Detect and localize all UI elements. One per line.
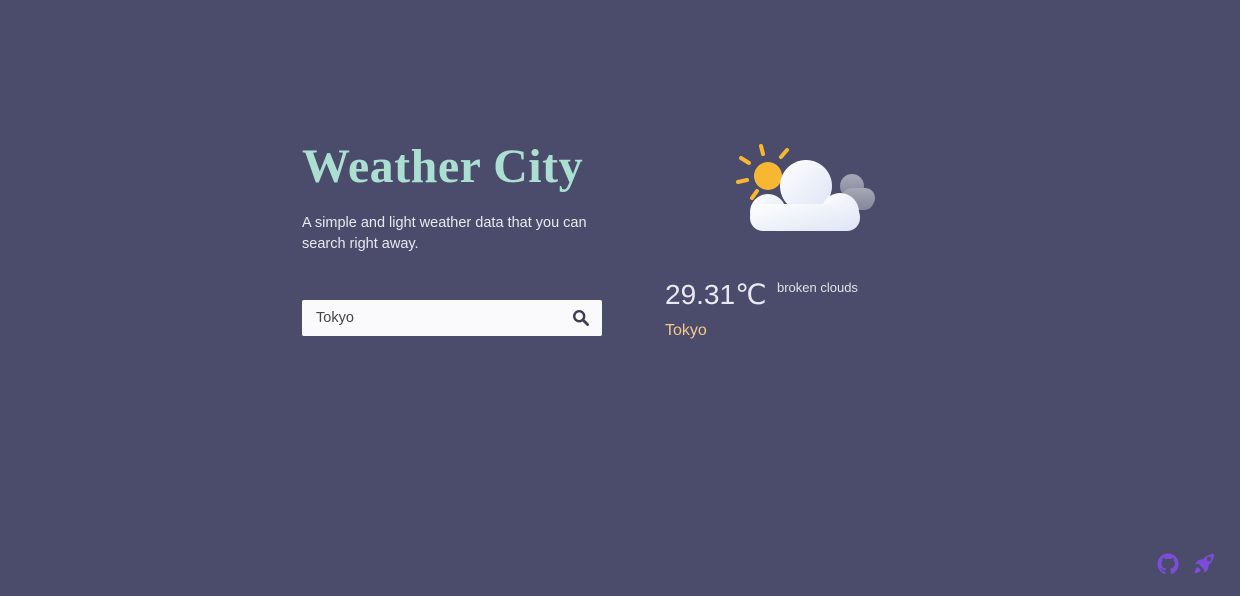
app-subtitle: A simple and light weather data that you… (302, 215, 587, 252)
temperature-row: 29.31℃ broken clouds (665, 278, 858, 312)
search-bar (302, 300, 602, 336)
app-title: Weather City (302, 140, 584, 193)
search-button[interactable] (572, 309, 590, 327)
temperature-unit: ℃ (735, 278, 767, 311)
weather-description: broken clouds (776, 280, 858, 295)
search-input[interactable] (302, 300, 562, 336)
city-name: Tokyo (665, 322, 707, 339)
github-icon[interactable] (1156, 552, 1180, 576)
temperature-value: 29.31 (665, 279, 736, 310)
rocket-icon[interactable] (1192, 552, 1216, 576)
search-icon (572, 309, 589, 326)
partly-cloudy-icon (734, 140, 879, 238)
